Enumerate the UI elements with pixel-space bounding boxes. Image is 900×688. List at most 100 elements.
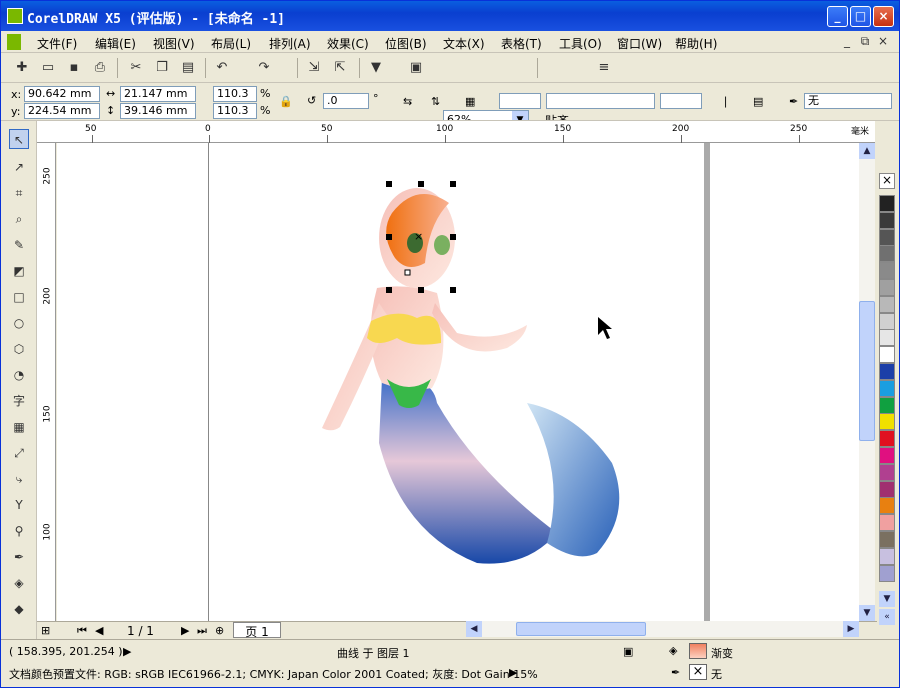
- next-page-icon[interactable]: ▶: [181, 624, 189, 637]
- color-swatch[interactable]: [879, 262, 895, 280]
- scale-y-field[interactable]: 110.3: [213, 103, 257, 119]
- height-field[interactable]: 39.146 mm: [120, 103, 196, 119]
- color-swatch[interactable]: [879, 531, 895, 548]
- polygon-tool-icon[interactable]: ⬡: [9, 339, 29, 359]
- scroll-right-icon[interactable]: ▶: [843, 621, 859, 637]
- palette-expand-icon[interactable]: «: [879, 609, 895, 625]
- last-page-icon[interactable]: ⏭: [197, 624, 207, 638]
- freehand-tool-icon[interactable]: ✎: [9, 235, 29, 255]
- style-combo-1[interactable]: [499, 93, 541, 109]
- paste-icon[interactable]: ▤: [179, 59, 197, 77]
- profile-menu-icon[interactable]: ▶: [509, 666, 517, 679]
- scroll-down-icon[interactable]: ▼: [859, 605, 875, 621]
- previous-page-icon[interactable]: ◀: [95, 624, 103, 637]
- menu-tools[interactable]: 工具(O): [559, 35, 602, 52]
- color-swatch[interactable]: [879, 430, 895, 448]
- basic-shapes-tool-icon[interactable]: ◔: [9, 365, 29, 385]
- width-field[interactable]: 21.147 mm: [120, 86, 196, 102]
- color-swatch[interactable]: [879, 363, 895, 380]
- color-swatch[interactable]: [879, 447, 895, 464]
- style-combo-3[interactable]: [660, 93, 702, 109]
- app-launcher-icon[interactable]: ▼: [367, 59, 385, 77]
- menu-view[interactable]: 视图(V): [153, 35, 195, 52]
- x-position-field[interactable]: 90.642 mm: [24, 86, 100, 102]
- outline-width-combo[interactable]: 无: [804, 93, 892, 109]
- document-icon[interactable]: [7, 34, 21, 50]
- crop-tool-icon[interactable]: ⌗: [9, 183, 29, 203]
- transform-icon[interactable]: ▦: [465, 95, 475, 108]
- horizontal-scroll-thumb[interactable]: [516, 622, 646, 636]
- save-icon[interactable]: ▪: [65, 59, 83, 77]
- scroll-up-icon[interactable]: ▲: [859, 143, 875, 159]
- order-icon[interactable]: ▤: [753, 95, 763, 108]
- zoom-tool-icon[interactable]: ⌕: [9, 209, 29, 229]
- wrap-text-icon[interactable]: ❘: [721, 95, 730, 108]
- mirror-vertical-icon[interactable]: ⇅: [431, 95, 440, 108]
- menu-edit[interactable]: 编辑(E): [95, 35, 136, 52]
- color-swatch[interactable]: [879, 547, 895, 565]
- smart-fill-tool-icon[interactable]: ◩: [9, 261, 29, 281]
- fill-swatch[interactable]: [689, 643, 707, 659]
- coordinates-menu-icon[interactable]: ▶: [123, 645, 131, 658]
- doc-close-button[interactable]: ×: [875, 34, 891, 50]
- add-page-icon[interactable]: ⊕: [215, 624, 224, 637]
- export-icon[interactable]: ⇱: [331, 59, 349, 77]
- doc-minimize-button[interactable]: _: [839, 34, 855, 50]
- first-page-icon[interactable]: ⏮: [77, 624, 87, 638]
- cut-icon[interactable]: ✂: [127, 59, 145, 77]
- no-color-swatch[interactable]: ×: [879, 173, 895, 189]
- menu-window[interactable]: 窗口(W): [617, 35, 662, 52]
- color-swatch[interactable]: [879, 413, 895, 431]
- ellipse-tool-icon[interactable]: ○: [9, 313, 29, 333]
- menu-help[interactable]: 帮助(H): [675, 35, 717, 52]
- color-swatch[interactable]: [879, 312, 895, 330]
- new-document-icon[interactable]: ✚: [13, 59, 31, 77]
- color-swatch[interactable]: [879, 396, 895, 414]
- title-bar[interactable]: CorelDRAW X5 (评估版) - [未命名 -1] _ □ ×: [1, 1, 899, 31]
- menu-layout[interactable]: 布局(L): [211, 35, 251, 52]
- vertical-scroll-thumb[interactable]: [859, 301, 875, 441]
- shape-tool-icon[interactable]: ↗: [9, 157, 29, 177]
- mirror-horizontal-icon[interactable]: ⇆: [403, 95, 412, 108]
- doc-restore-button[interactable]: ⧉: [857, 34, 873, 50]
- blend-tool-icon[interactable]: Y: [9, 495, 29, 515]
- rectangle-tool-icon[interactable]: □: [9, 287, 29, 307]
- color-swatch[interactable]: [879, 195, 895, 212]
- scale-x-field[interactable]: 110.3: [213, 86, 257, 102]
- color-swatch[interactable]: [879, 228, 895, 246]
- horizontal-scrollbar[interactable]: ◀ ▶: [466, 621, 859, 637]
- table-tool-icon[interactable]: ▦: [9, 417, 29, 437]
- print-icon[interactable]: ⎙: [91, 59, 109, 77]
- outline-swatch[interactable]: ×: [689, 664, 707, 680]
- color-swatch[interactable]: [879, 379, 895, 397]
- menu-file[interactable]: 文件(F): [37, 35, 77, 52]
- menu-arrange[interactable]: 排列(A): [269, 35, 311, 52]
- color-swatch[interactable]: [879, 463, 895, 481]
- welcome-screen-icon[interactable]: ▣: [407, 59, 425, 77]
- fill-tool-icon[interactable]: ◈: [9, 573, 29, 593]
- eyedropper-tool-icon[interactable]: ⚲: [9, 521, 29, 541]
- drawing-canvas[interactable]: ×: [57, 143, 859, 621]
- color-swatch[interactable]: [879, 514, 895, 532]
- undo-icon[interactable]: ↶: [213, 59, 231, 77]
- options-icon[interactable]: ≡: [595, 59, 613, 77]
- color-proof-icon[interactable]: ▣: [623, 645, 633, 658]
- style-combo-2[interactable]: [546, 93, 655, 109]
- horizontal-ruler[interactable]: 50 0 50 100 150 200 250 毫米: [37, 121, 877, 143]
- copy-icon[interactable]: ❐: [153, 59, 171, 77]
- menu-effects[interactable]: 效果(C): [327, 35, 369, 52]
- y-position-field[interactable]: 224.54 mm: [24, 103, 100, 119]
- import-icon[interactable]: ⇲: [305, 59, 323, 77]
- minimize-button[interactable]: _: [827, 6, 848, 27]
- scroll-left-icon[interactable]: ◀: [466, 621, 482, 637]
- color-swatch[interactable]: [879, 497, 895, 515]
- rotation-angle-field[interactable]: .0: [323, 93, 369, 109]
- palette-scroll-down-icon[interactable]: ▼: [879, 591, 895, 607]
- dimension-tool-icon[interactable]: ⤢: [9, 443, 29, 463]
- color-swatch[interactable]: [879, 346, 895, 364]
- menu-bitmaps[interactable]: 位图(B): [385, 35, 427, 52]
- lock-ratio-icon[interactable]: 🔒: [279, 95, 293, 108]
- color-swatch[interactable]: [879, 295, 895, 313]
- color-swatch[interactable]: [879, 245, 895, 263]
- redo-icon[interactable]: ↷: [255, 59, 273, 77]
